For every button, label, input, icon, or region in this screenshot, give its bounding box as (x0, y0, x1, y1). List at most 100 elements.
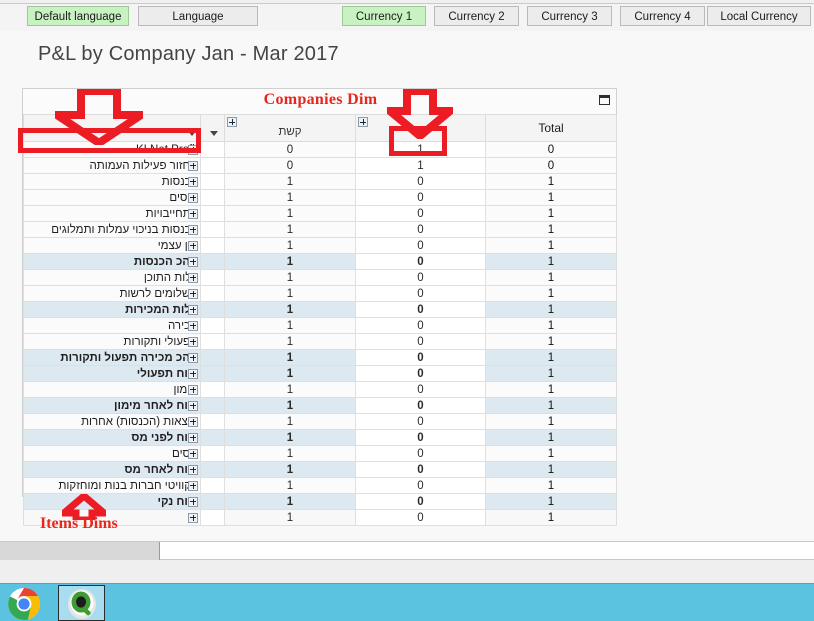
row-label-cell[interactable]: הון עצמי (23, 237, 201, 254)
row-label-cell[interactable]: הכנסות (23, 173, 201, 190)
row-label-cell[interactable]: התחייבויות (23, 205, 201, 222)
row-label-cell[interactable]: רווח לאחר מימון (23, 397, 201, 414)
row-label-cell[interactable]: אקוויטי חברות בנות ומוחזקות (23, 477, 201, 494)
row-value-second[interactable]: 0 (355, 333, 486, 350)
row-value-second[interactable]: 0 (355, 365, 486, 382)
expand-plus-icon[interactable] (188, 368, 198, 379)
expand-plus-icon[interactable] (188, 320, 198, 331)
expand-plus-icon[interactable] (188, 256, 198, 267)
row-value-second[interactable]: 0 (355, 221, 486, 238)
row-value-second[interactable]: 1 (355, 157, 486, 174)
row-value-second[interactable]: 0 (355, 493, 486, 510)
row-value-keshet[interactable]: 1 (224, 173, 356, 190)
chevron-down-icon[interactable] (210, 131, 218, 136)
expand-plus-icon[interactable] (188, 304, 198, 315)
row-value-keshet[interactable]: 0 (224, 141, 356, 158)
row-label-cell[interactable]: מחזור פעילות העמותה (23, 157, 201, 174)
tab-currency-4[interactable]: Currency 4 (620, 6, 705, 26)
expand-plus-icon[interactable] (188, 240, 198, 251)
row-label-cell[interactable]: רווח נקי (23, 493, 201, 510)
row-label-cell[interactable]: רווח תפעולי (23, 365, 201, 382)
row-label-cell[interactable]: תפעולי ותקורות (23, 333, 201, 350)
expand-plus-icon[interactable] (188, 352, 198, 363)
row-value-keshet[interactable]: 1 (224, 413, 356, 430)
table-row[interactable]: עלות המכירות 1 0 1 (23, 301, 617, 318)
row-value-second[interactable]: 0 (355, 413, 486, 430)
row-label-cell[interactable]: הכנסות בניכוי עמלות ותמלוגים (23, 221, 201, 238)
row-value-second[interactable]: 0 (355, 509, 486, 526)
table-row[interactable]: הכנסות בניכוי עמלות ותמלוגים 1 0 1 (23, 221, 617, 238)
row-value-keshet[interactable]: 1 (224, 285, 356, 302)
row-value-keshet[interactable]: 1 (224, 429, 356, 446)
expand-plus-icon[interactable] (188, 176, 198, 187)
row-value-keshet[interactable]: 1 (224, 221, 356, 238)
expand-plus-icon[interactable] (188, 272, 198, 283)
row-value-second[interactable]: 0 (355, 189, 486, 206)
table-row[interactable]: נכסים 1 0 1 (23, 189, 617, 206)
expand-plus-icon[interactable] (188, 224, 198, 235)
table-row[interactable]: אקוויטי חברות בנות ומוחזקות 1 0 1 (23, 477, 617, 494)
row-label-cell[interactable]: רווח לפני מס (23, 429, 201, 446)
table-row[interactable]: רווח לאחר מימון 1 0 1 (23, 397, 617, 414)
row-value-second[interactable]: 0 (355, 269, 486, 286)
row-value-second[interactable]: 0 (355, 205, 486, 222)
expand-plus-icon[interactable] (188, 416, 198, 427)
row-value-second[interactable]: 0 (355, 477, 486, 494)
row-label-cell[interactable]: תשלומים לרשות (23, 285, 201, 302)
table-row[interactable]: רווח נקי 1 0 1 (23, 493, 617, 510)
row-label-cell[interactable]: נכסים (23, 189, 201, 206)
row-value-second[interactable]: 0 (355, 445, 486, 462)
expand-plus-icon[interactable] (188, 288, 198, 299)
table-row[interactable]: הון עצמי 1 0 1 (23, 237, 617, 254)
expand-plus-icon[interactable] (188, 448, 198, 459)
tab-currency-3[interactable]: Currency 3 (527, 6, 612, 26)
table-row[interactable]: רווח לאחר מס 1 0 1 (23, 461, 617, 478)
table-row[interactable]: מכירה 1 0 1 (23, 317, 617, 334)
row-value-second[interactable]: 0 (355, 317, 486, 334)
row-label-cell[interactable]: מימון (23, 381, 201, 398)
table-row[interactable]: סהכ הכנסות 1 0 1 (23, 253, 617, 270)
row-value-keshet[interactable]: 0 (224, 157, 356, 174)
row-value-keshet[interactable]: 1 (224, 477, 356, 494)
row-value-keshet[interactable]: 1 (224, 237, 356, 254)
table-row[interactable]: הכנסות 1 0 1 (23, 173, 617, 190)
table-row[interactable]: עלות התוכן 1 0 1 (23, 269, 617, 286)
table-row[interactable]: הוצאות (הכנסות) אחרות 1 0 1 (23, 413, 617, 430)
row-value-second[interactable]: 0 (355, 349, 486, 366)
row-value-keshet[interactable]: 1 (224, 189, 356, 206)
row-label-cell[interactable]: עלות התוכן (23, 269, 201, 286)
row-label-cell[interactable]: מסים (23, 445, 201, 462)
row-value-keshet[interactable]: 1 (224, 397, 356, 414)
row-value-keshet[interactable]: 1 (224, 333, 356, 350)
expand-plus-icon[interactable] (188, 512, 198, 523)
row-value-keshet[interactable]: 1 (224, 205, 356, 222)
row-value-keshet[interactable]: 1 (224, 493, 356, 510)
table-row[interactable]: תשלומים לרשות 1 0 1 (23, 285, 617, 302)
row-value-keshet[interactable]: 1 (224, 445, 356, 462)
expand-plus-icon[interactable] (188, 464, 198, 475)
row-value-keshet[interactable]: 1 (224, 509, 356, 526)
row-label-cell[interactable]: עלות המכירות (23, 301, 201, 318)
expand-plus-icon[interactable] (188, 192, 198, 203)
table-row[interactable]: מסים 1 0 1 (23, 445, 617, 462)
tab-default-language[interactable]: Default language (27, 6, 129, 26)
row-value-keshet[interactable]: 1 (224, 381, 356, 398)
header-dim-keshet[interactable]: קשת (224, 114, 356, 142)
tab-language[interactable]: Language (138, 6, 258, 26)
tab-currency-2[interactable]: Currency 2 (434, 6, 519, 26)
table-row[interactable]: מחזור פעילות העמותה 0 1 0 (23, 157, 617, 174)
row-value-keshet[interactable]: 1 (224, 461, 356, 478)
row-value-second[interactable]: 0 (355, 461, 486, 478)
row-value-keshet[interactable]: 1 (224, 317, 356, 334)
table-row[interactable]: תפעולי ותקורות 1 0 1 (23, 333, 617, 350)
taskbar-item-chrome[interactable] (0, 585, 47, 621)
expand-plus-icon[interactable] (188, 208, 198, 219)
row-value-second[interactable]: 0 (355, 381, 486, 398)
row-value-second[interactable]: 0 (355, 253, 486, 270)
taskbar-item-qlikview[interactable] (58, 585, 105, 621)
expand-plus-icon[interactable] (188, 496, 198, 507)
expand-plus-icon[interactable] (358, 117, 368, 127)
tab-currency-1[interactable]: Currency 1 (342, 6, 426, 26)
table-row[interactable]: סהכ מכירה תפעול ותקורות 1 0 1 (23, 349, 617, 366)
maximize-icon[interactable] (599, 95, 610, 105)
